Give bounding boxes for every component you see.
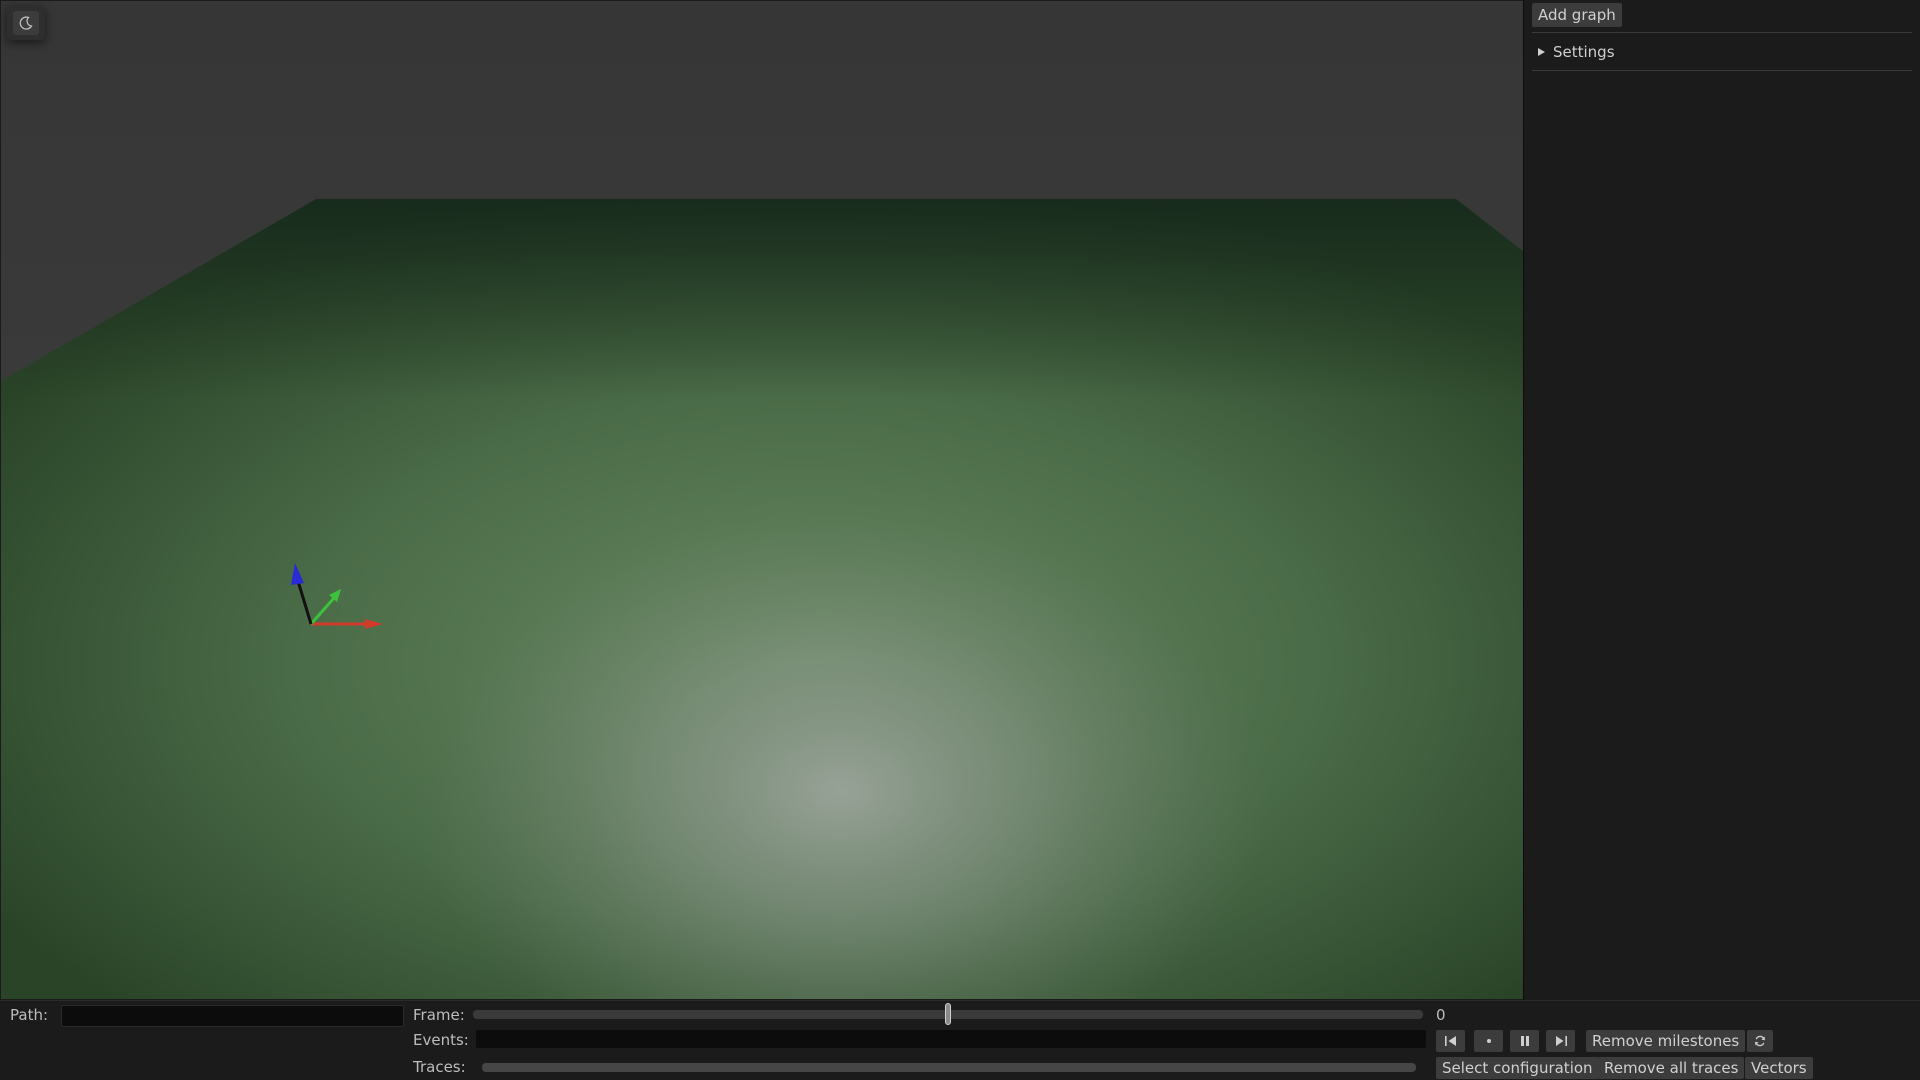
moon-icon	[19, 16, 33, 30]
pause-button[interactable]	[1510, 1030, 1539, 1052]
path-label: Path:	[10, 1006, 49, 1024]
skip-forward-button[interactable]	[1546, 1030, 1575, 1052]
remove-milestones-button[interactable]: Remove milestones	[1586, 1030, 1746, 1052]
milestone-dot-icon	[1486, 1039, 1491, 1043]
settings-collapsible[interactable]: Settings	[1538, 40, 1615, 64]
collapse-triangle-icon	[1538, 48, 1545, 56]
events-timeline[interactable]	[476, 1030, 1426, 1048]
divider	[1532, 32, 1912, 33]
add-graph-button[interactable]: Add graph	[1532, 3, 1622, 27]
settings-label: Settings	[1553, 43, 1615, 61]
skip-forward-icon	[1555, 1036, 1567, 1046]
refresh-button[interactable]	[1747, 1030, 1773, 1052]
events-label: Events:	[413, 1031, 469, 1049]
frame-label: Frame:	[413, 1006, 465, 1024]
pause-icon	[1520, 1036, 1529, 1046]
scene-canvas[interactable]	[1, 1, 1523, 999]
traces-label: Traces:	[413, 1058, 466, 1076]
divider	[1532, 70, 1912, 71]
refresh-icon	[1755, 1035, 1765, 1047]
frame-slider-handle[interactable]	[945, 1003, 951, 1025]
bottom-panel: Path: Frame: 0 Events: Remove milestones	[0, 1000, 1920, 1080]
path-input[interactable]	[61, 1005, 404, 1027]
skip-back-icon	[1444, 1036, 1456, 1046]
3d-viewport[interactable]	[1, 1, 1523, 999]
theme-toggle-button[interactable]	[7, 6, 45, 40]
remove-all-traces-button[interactable]: Remove all traces	[1598, 1057, 1745, 1079]
traces-slider[interactable]	[482, 1063, 1416, 1072]
select-configuration-button[interactable]: Select configuration	[1436, 1057, 1599, 1079]
frame-value: 0	[1436, 1006, 1446, 1024]
vectors-button[interactable]: Vectors	[1745, 1057, 1813, 1079]
skip-back-button[interactable]	[1436, 1030, 1465, 1052]
right-sidebar: Add graph Settings	[1523, 0, 1920, 1000]
frame-slider[interactable]	[473, 1003, 1423, 1025]
add-milestone-button[interactable]	[1474, 1030, 1503, 1052]
